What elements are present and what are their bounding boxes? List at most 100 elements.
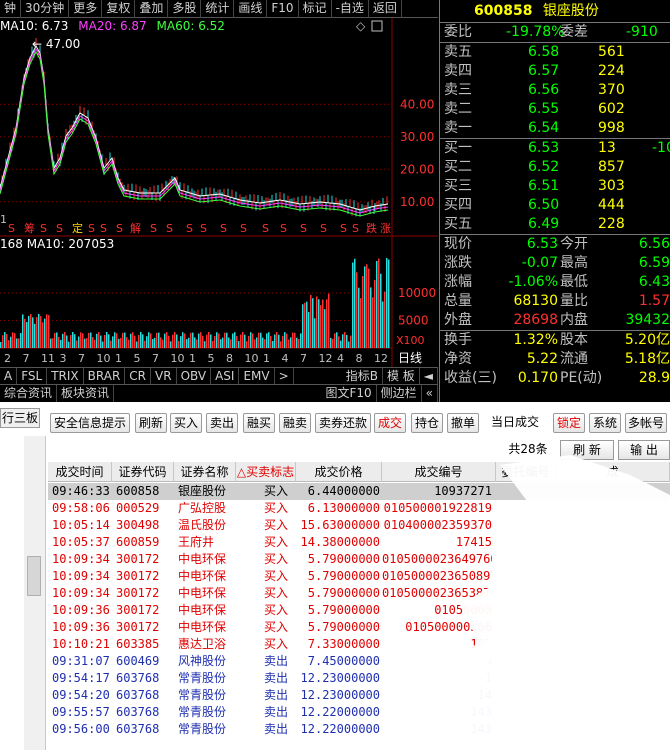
bid-row-2[interactable]: 买三 6.51 303 <box>440 177 670 196</box>
col-header-0[interactable]: 成交时间 <box>48 462 112 482</box>
toolbar-item-8[interactable]: F10 <box>267 0 299 18</box>
trade-btn-3[interactable]: 卖出 <box>206 413 238 433</box>
x-label: 10 <box>245 352 259 365</box>
toolbar-item-7[interactable]: 画线 <box>234 0 268 18</box>
indicator-tab-0[interactable]: A <box>0 368 18 384</box>
trade-btn-5[interactable]: 融卖 <box>279 413 311 433</box>
export-button[interactable]: 输 出 <box>618 440 670 460</box>
toolbar-item-5[interactable]: 多股 <box>168 0 202 18</box>
table-cell: 银座股份 <box>178 484 227 498</box>
info-tab-1[interactable]: 板块资讯 <box>57 385 115 402</box>
table-row[interactable]: 10:09:34 300172 中电环保 买入 5.79000000 0105000023… <box>48 568 670 585</box>
toolbar-item-6[interactable]: 统计 <box>201 0 235 18</box>
indicator-tab-5[interactable]: VR <box>151 368 177 384</box>
trade-btn-13[interactable]: 多帐号 <box>625 413 667 433</box>
toolbar-item-0[interactable]: 钟 <box>0 0 22 18</box>
ask-row-0[interactable]: 卖五 6.58 561 <box>440 43 670 62</box>
table-cell: 600858 <box>116 484 160 498</box>
toolbar-item-11[interactable]: 返回 <box>369 0 402 18</box>
trade-btn-2[interactable]: 买入 <box>170 413 202 433</box>
trade-btn-9[interactable]: 撤单 <box>447 413 479 433</box>
stat-label: 涨跌 <box>444 255 472 271</box>
indicator-tab-9[interactable]: > <box>275 368 294 384</box>
indicator-tab-6[interactable]: OBV <box>177 368 212 384</box>
bid-row-3[interactable]: 买四 6.50 444 <box>440 196 670 215</box>
left-tab[interactable]: 行三板 <box>0 408 40 428</box>
trade-btn-6[interactable]: 卖券还款 <box>315 413 371 433</box>
col-header-5[interactable]: 成交编号 <box>382 462 496 482</box>
bid-row-0[interactable]: 买一 6.53 13 -10 <box>440 139 670 158</box>
toolbar-item-2[interactable]: 更多 <box>69 0 103 18</box>
indicator-tab-7[interactable]: ASI <box>211 368 240 384</box>
table-row[interactable]: 09:46:33 600858 银座股份 买入 6.44000000 10937271 <box>48 483 670 500</box>
ask-row-1[interactable]: 卖四 6.57 224 <box>440 62 670 81</box>
deal-table: 成交时间 证券代码 证券名称 △买卖标志 成交价格 成交编号 委托编号成 09:46:33 6… <box>48 462 670 750</box>
trade-btn-7[interactable]: 成交 <box>374 413 406 433</box>
indicator-tab-4[interactable]: CR <box>125 368 152 384</box>
col-header-1[interactable]: 证券代码 <box>112 462 174 482</box>
table-row[interactable]: 10:10:21 603385 惠达卫浴 买入 7.33000000 187 <box>48 636 670 653</box>
q-volume: 857 <box>598 159 625 175</box>
refresh-button[interactable]: 刷 新 <box>560 440 614 460</box>
x-label: 3 <box>60 352 67 365</box>
col-header-7[interactable]: 成 <box>556 462 670 482</box>
table-cell: 12.22000000 <box>300 722 380 736</box>
table-row[interactable]: 10:05:14 300498 温氏股份 买入 15.63000000 010400002… <box>48 517 670 534</box>
trade-btn-10[interactable]: 当日成交 <box>488 413 542 433</box>
ask-row-4[interactable]: 卖一 6.54 998 <box>440 119 670 138</box>
trade-btn-12[interactable]: 系统 <box>589 413 621 433</box>
ask-row-2[interactable]: 卖三 6.56 370 <box>440 81 670 100</box>
indicator-tab-8[interactable]: EMV <box>239 368 275 384</box>
table-row[interactable]: 09:54:17 603768 常青股份 卖出 12.23000000 1 <box>48 670 670 687</box>
col-header-2[interactable]: 证券名称 <box>174 462 236 482</box>
table-row[interactable]: 10:09:34 300172 中电环保 买入 5.79000000 0105000023… <box>48 585 670 602</box>
stat-row-0: 现价 6.53 今开 6.56 <box>440 235 670 254</box>
bid-row-4[interactable]: 买五 6.49 228 <box>440 215 670 234</box>
info-tab-0[interactable]: 综合资讯 <box>0 385 58 402</box>
table-cell: 10:09:34 <box>52 552 110 566</box>
trade-btn-11[interactable]: 锁定 <box>553 413 585 433</box>
col-header-6[interactable]: 委托编号 <box>496 462 556 482</box>
bid-row-1[interactable]: 买二 6.52 857 <box>440 158 670 177</box>
info-tab-2[interactable]: 图文F10 <box>321 385 377 402</box>
table-cell: 300172 <box>116 603 160 617</box>
trade-btn-0[interactable]: 安全信息提示 <box>50 413 130 433</box>
indicator-tab-2[interactable]: TRIX <box>47 368 84 384</box>
toolbar-item-10[interactable]: -自选 <box>332 0 369 18</box>
toolbar-item-3[interactable]: 复权 <box>102 0 136 18</box>
left-scrollbar[interactable] <box>24 436 46 750</box>
table-row[interactable]: 10:09:36 300172 中电环保 买入 5.79000000 0105000003… <box>48 619 670 636</box>
kline-svg[interactable]: 40.0030.0020.0010.00← 47.001筹定解跌涨S S S S S S S… <box>0 18 438 368</box>
table-cell: 603768 <box>116 705 160 719</box>
table-row[interactable]: 09:55:57 603768 常青股份 卖出 12.22000000 143 <box>48 704 670 721</box>
info-tab-3[interactable]: 侧边栏 <box>377 385 422 402</box>
trade-btn-4[interactable]: 融买 <box>243 413 275 433</box>
info-tab-4[interactable]: « <box>422 385 438 402</box>
indicator-tab-11[interactable]: 模 板 <box>383 368 420 384</box>
indicator-tab-1[interactable]: FSL <box>17 368 48 384</box>
table-row[interactable]: 09:58:06 000529 广弘控股 买入 6.13000000 0105000019… <box>48 500 670 517</box>
trade-btn-8[interactable]: 持仓 <box>411 413 443 433</box>
col-header-4[interactable]: 成交价格 <box>296 462 382 482</box>
table-row[interactable]: 10:05:37 600859 王府井 买入 14.38000000 17415 <box>48 534 670 551</box>
stat-value: 6.59 <box>638 255 670 271</box>
ask-row-3[interactable]: 卖二 6.55 602 <box>440 100 670 119</box>
indicator-tab-12[interactable]: ◄ <box>420 368 438 384</box>
table-row[interactable]: 10:09:36 300172 中电环保 买入 5.79000000 01050000 <box>48 602 670 619</box>
q-label: 卖二 <box>444 101 472 117</box>
toolbar-item-9[interactable]: 标记 <box>299 0 332 18</box>
col-header-3[interactable]: △买卖标志 <box>236 462 296 482</box>
table-row[interactable]: 09:54:20 603768 常青股份 卖出 12.23000000 14 <box>48 687 670 704</box>
table-row[interactable]: 09:31:07 600469 风神股份 卖出 7.45000000 14 <box>48 653 670 670</box>
toolbar-item-4[interactable]: 叠加 <box>135 0 169 18</box>
kline-chart[interactable]: 40.00 30.00 20.00 10.00 ← 47.00 1 筹定解跌涨 S S S S S S S… <box>0 18 438 368</box>
table-row[interactable]: 10:09:34 300172 中电环保 买入 5.79000000 0105000023… <box>48 551 670 568</box>
marker-s: S <box>56 222 63 235</box>
indicator-tab-3[interactable]: BRAR <box>84 368 126 384</box>
scroll-thumb[interactable] <box>27 556 41 596</box>
toolbar-item-1[interactable]: 30分钟 <box>21 0 70 18</box>
indicator-tab-10[interactable]: 指标B <box>342 368 383 384</box>
table-row[interactable]: 09:56:00 603768 常青股份 卖出 12.22000000 143 <box>48 721 670 738</box>
stat-value: 39432 <box>625 312 670 328</box>
trade-btn-1[interactable]: 刷新 <box>135 413 167 433</box>
